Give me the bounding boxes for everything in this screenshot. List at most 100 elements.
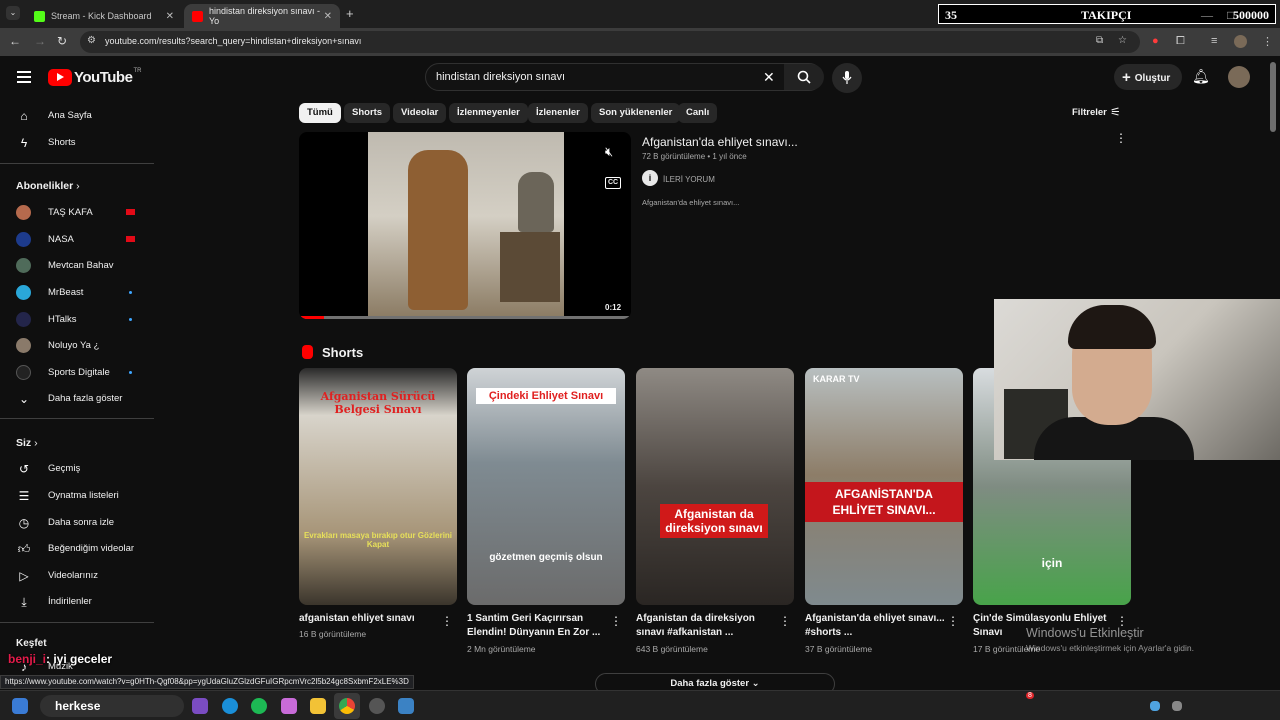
profile-avatar[interactable]	[1234, 35, 1247, 48]
reload-icon[interactable]: ↻	[57, 34, 67, 48]
short-title[interactable]: Afganistan'da ehliyet sınavı... #shorts …	[805, 612, 945, 640]
short-card[interactable]: Afganistan Sürücü Belgesi Sınavı Evrakla…	[299, 368, 457, 605]
chip-watched[interactable]: İzlenenler	[528, 103, 588, 123]
edge-icon[interactable]	[222, 698, 238, 714]
obs-icon[interactable]	[369, 698, 385, 714]
minimize-icon[interactable]: —	[1201, 8, 1213, 23]
extensions-puzzle-icon[interactable]: ⧠	[1176, 35, 1185, 48]
back-icon[interactable]: ←	[9, 34, 21, 48]
sidebar-channel-nasa[interactable]: NASA	[0, 227, 154, 253]
short-title[interactable]: Afganistan da direksiyon sınavı #afkanis…	[636, 612, 776, 640]
channel-avatar	[16, 338, 31, 353]
live-flag-icon	[126, 209, 135, 215]
short-menu-kebab-icon[interactable]: ⋮	[441, 614, 453, 628]
sidebar-item-shorts[interactable]: ϟ Shorts	[0, 130, 154, 156]
link-status-bar: https://www.youtube.com/watch?v=g0HTh-Qg…	[0, 675, 414, 689]
filters-button[interactable]: Filtreler	[1072, 107, 1107, 118]
short-title[interactable]: afganistan ehliyet sınavı	[299, 612, 439, 626]
sidebar-channel-mevtcan[interactable]: Mevtcan Bahav	[0, 253, 154, 279]
sidebar-item-downloads[interactable]: ⤓ İndirilenler	[0, 589, 154, 615]
install-app-icon[interactable]: ⧉	[1096, 35, 1103, 46]
sidebar-channel-tas-kafa[interactable]: TAŞ KAFA	[0, 200, 154, 226]
extension-icon[interactable]: ●	[1152, 35, 1159, 47]
channel-avatar[interactable]: i	[642, 170, 658, 186]
sidebar-item-playlists[interactable]: ☰ Oynatma listeleri	[0, 483, 154, 509]
sidebar-item-history[interactable]: ↺ Geçmiş	[0, 456, 154, 482]
volume-icon[interactable]	[1172, 701, 1182, 711]
subscriptions-heading[interactable]: Abonelikler ›	[16, 180, 80, 192]
short-title[interactable]: 1 Santim Geri Kaçırırsan Elendin! Dünyan…	[467, 612, 607, 640]
windows-start-icon[interactable]	[12, 698, 28, 714]
sidebar-channel-mrbeast[interactable]: MrBeast	[0, 280, 154, 306]
hamburger-menu-icon[interactable]	[17, 71, 31, 83]
video-player[interactable]: 🔇︎ CC 0:12	[299, 132, 631, 319]
spotify-icon[interactable]	[251, 698, 267, 714]
history-icon: ↺	[18, 462, 30, 476]
new-content-dot	[129, 291, 132, 294]
taskbar-search[interactable]: herkese	[40, 695, 184, 717]
mute-icon[interactable]: 🔇︎	[605, 144, 613, 160]
app-icon[interactable]	[398, 698, 414, 714]
tab-youtube-search[interactable]: hindistan direksiyon sınavı - Yo ✕	[184, 4, 340, 28]
sidebar-item-liked[interactable]: 👍︎ Beğendiğim videolar	[0, 536, 154, 562]
tab-kick-dashboard[interactable]: Stream - Kick Dashboard ✕	[26, 4, 182, 28]
chip-live[interactable]: Canlı	[678, 103, 718, 123]
sidebar-item-home[interactable]: ⌂ Ana Sayfa	[0, 103, 154, 129]
media-controls-icon[interactable]: ≡	[1211, 35, 1217, 47]
captions-icon[interactable]: CC	[605, 177, 621, 189]
sidebar-channel-htalks[interactable]: HTalks	[0, 307, 154, 333]
video-menu-kebab-icon[interactable]: ⋮	[1115, 131, 1127, 145]
video-progress-bar[interactable]	[301, 316, 629, 319]
app-icon[interactable]	[192, 698, 208, 714]
sidebar-channel-sports-digitale[interactable]: Sports Digitale	[0, 360, 154, 386]
video-description: Afganistan'da ehliyet sınavı...	[642, 198, 740, 207]
forward-icon[interactable]: →	[34, 34, 46, 48]
close-tab-icon[interactable]: ✕	[166, 11, 174, 22]
network-icon[interactable]	[1150, 701, 1160, 711]
short-card[interactable]: Çindeki Ehliyet Sınavı gözetmen geçmiş o…	[467, 368, 625, 605]
follower-goal: 500000	[1233, 8, 1269, 22]
youtube-logo[interactable]: YouTube TR	[48, 68, 141, 86]
filters-sliders-icon[interactable]: ⚟	[1110, 105, 1121, 119]
chip-all[interactable]: Tümü	[299, 103, 341, 123]
address-bar[interactable]: ⚙ youtube.com/results?search_query=hindi…	[80, 31, 1140, 53]
short-menu-kebab-icon[interactable]: ⋮	[947, 614, 959, 628]
short-card[interactable]: Afganistan da direksiyon sınavı	[636, 368, 794, 605]
bookmark-star-icon[interactable]: ☆	[1118, 35, 1127, 46]
chip-shorts[interactable]: Shorts	[344, 103, 391, 123]
chat-text: : iyi geceler	[46, 652, 113, 666]
file-explorer-icon[interactable]	[310, 698, 326, 714]
short-card[interactable]: KARAR TV AFGANİSTAN'DA EHLİYET SINAVI...	[805, 368, 963, 605]
copilot-icon[interactable]	[281, 698, 297, 714]
account-avatar[interactable]	[1228, 66, 1250, 88]
chrome-icon[interactable]	[339, 698, 355, 714]
new-tab-button[interactable]: +	[346, 6, 354, 21]
video-title[interactable]: Afganistan'da ehliyet sınavı...	[642, 135, 798, 149]
thumbnail-man	[408, 150, 468, 310]
voice-search-button[interactable]	[832, 63, 862, 93]
chip-videos[interactable]: Videolar	[393, 103, 447, 123]
sidebar-channel-noluyo-ya[interactable]: Noluyo Ya ¿	[0, 333, 154, 359]
sidebar-item-your-videos[interactable]: ▷ Videolarınız	[0, 563, 154, 589]
create-button[interactable]: + Oluştur	[1114, 64, 1182, 90]
tab-title: Stream - Kick Dashboard	[51, 11, 152, 21]
short-menu-kebab-icon[interactable]: ⋮	[779, 614, 791, 628]
notifications-bell-icon[interactable]: 🔔︎	[1192, 68, 1210, 85]
tab-search-icon[interactable]: ⌄	[6, 6, 20, 20]
clear-search-icon[interactable]: ✕	[763, 69, 775, 86]
menu-kebab-icon[interactable]: ⋮	[1262, 35, 1273, 48]
sidebar-item-watch-later[interactable]: ◷ Daha sonra izle	[0, 510, 154, 536]
chip-unwatched[interactable]: İzlenmeyenler	[449, 103, 528, 123]
short-menu-kebab-icon[interactable]: ⋮	[610, 614, 622, 628]
chip-recently-uploaded[interactable]: Son yüklenenler	[591, 103, 681, 123]
site-info-icon[interactable]: ⚙	[87, 35, 96, 46]
search-input[interactable]: hindistan direksiyon sınavı	[436, 71, 565, 83]
search-button[interactable]	[784, 64, 824, 90]
follower-label: TAKIPÇI	[1081, 8, 1132, 22]
short-bottom-caption: gözetmen geçmiş olsun	[489, 552, 603, 563]
page-scrollbar[interactable]	[1270, 62, 1276, 132]
sidebar-show-more[interactable]: ⌄ Daha fazla göster	[0, 386, 154, 412]
you-heading[interactable]: Siz ›	[16, 437, 38, 449]
close-tab-icon[interactable]: ✕	[324, 11, 332, 22]
channel-name[interactable]: İLERİ YORUM	[663, 175, 715, 184]
